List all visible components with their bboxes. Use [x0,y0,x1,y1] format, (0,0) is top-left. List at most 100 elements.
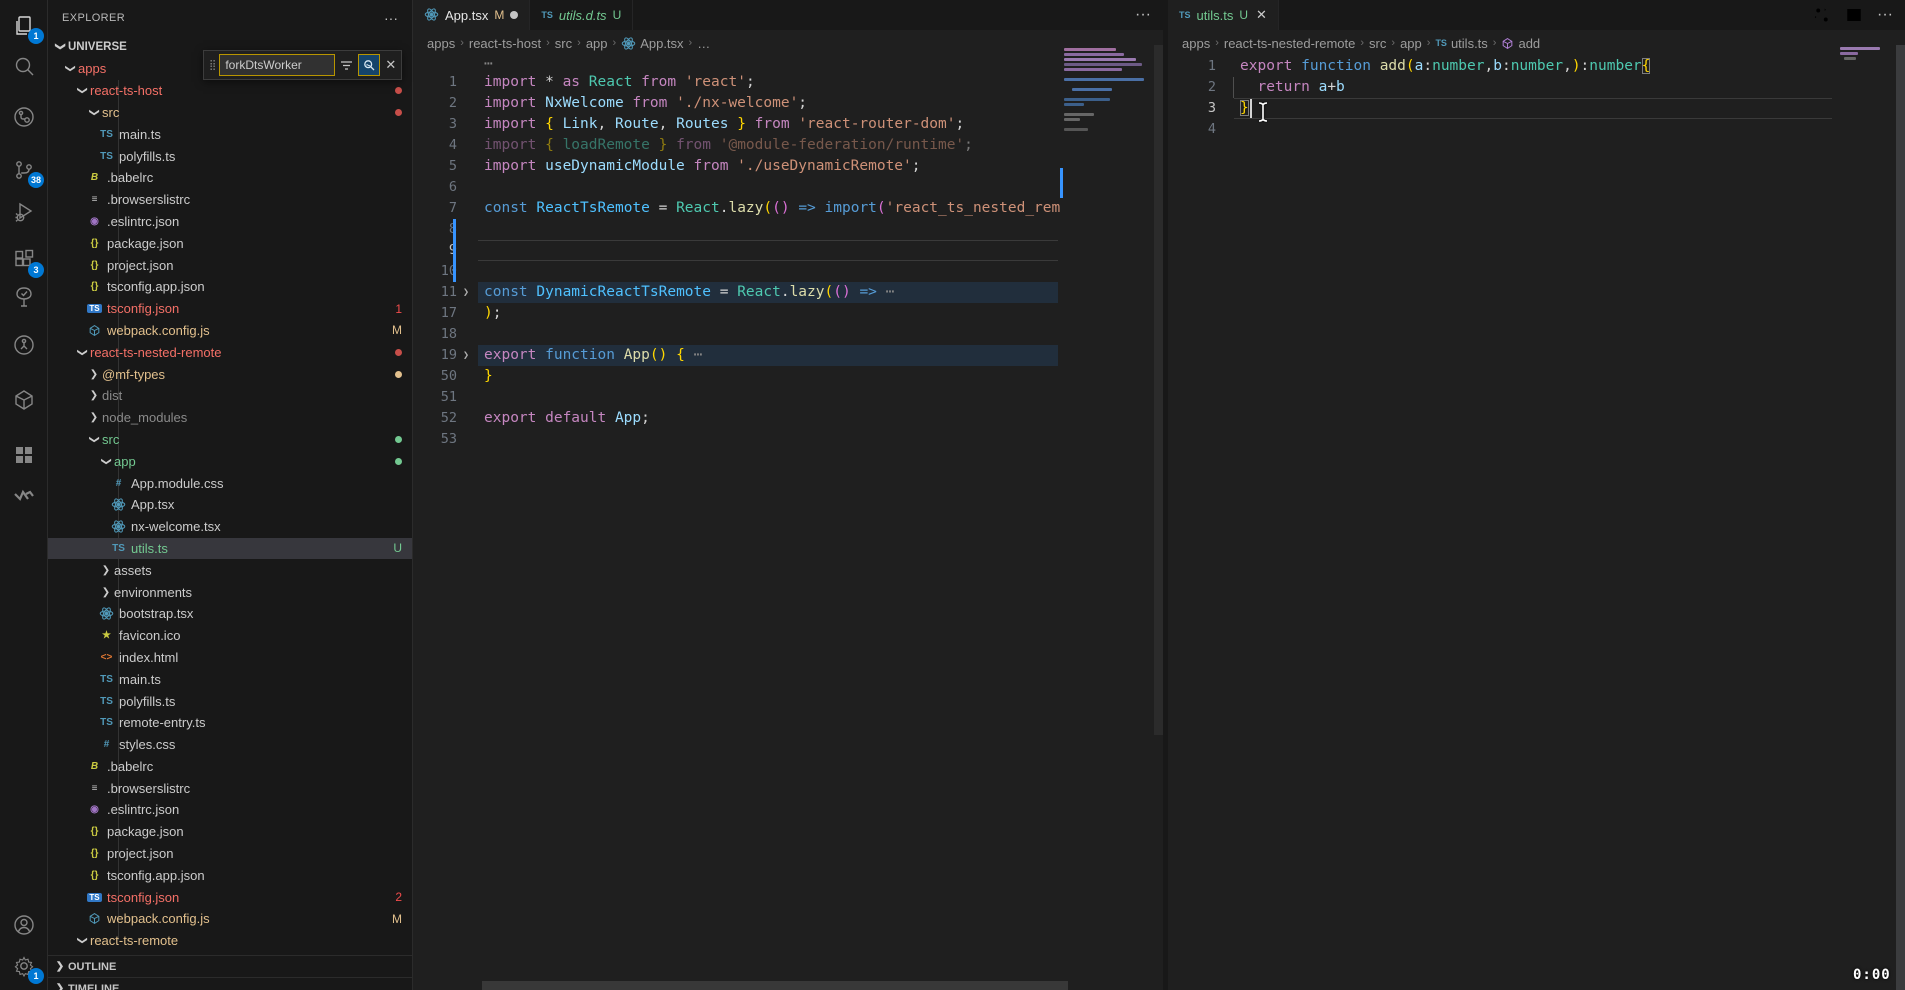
code-line-8[interactable]: 8 [413,219,1163,240]
tree-item-favicon-ico[interactable]: ★favicon.ico [48,625,412,647]
tree-item-tsconfig-app-json[interactable]: {}tsconfig.app.json [48,864,412,886]
code-line-1[interactable]: 1import * as React from 'react'; [413,72,1163,93]
tree-item-polyfills-ts[interactable]: TSpolyfills.ts [48,145,412,167]
tree-item-dist[interactable]: ❯dist [48,385,412,407]
breadcrumb-item[interactable]: App.tsx [621,36,683,51]
tree-item-webpack-config-js[interactable]: webpack.config.jsM [48,320,412,342]
code-line-2[interactable]: 2import NxWelcome from './nx-welcome'; [413,93,1163,114]
code-line-17[interactable]: 17); [413,303,1163,324]
breadcrumb-item[interactable]: src [1369,36,1386,51]
split-editor-icon[interactable] [1845,6,1863,24]
breadcrumb-item[interactable]: add [1501,36,1540,51]
tree-item-utils-ts[interactable]: TSutils.tsU [48,538,412,560]
breadcrumb-item[interactable]: src [555,36,572,51]
tree-item-react-ts-remote[interactable]: ❯react-ts-remote [48,930,412,952]
tab-utils-d-ts[interactable]: TSutils.d.tsU [530,0,633,30]
sidebar-more-actions-icon[interactable]: ··· [384,10,398,26]
tree-item-app-tsx[interactable]: App.tsx [48,494,412,516]
breadcrumb-item[interactable]: apps [427,36,455,51]
tree-item-webpack-config-js[interactable]: webpack.config.jsM [48,908,412,930]
activity-settings-icon[interactable]: 1 [0,946,48,986]
tree-item-src[interactable]: ❯src [48,102,412,124]
fold-chevron-icon[interactable]: ❯ [463,282,469,303]
code-line-2[interactable]: 2 return a+b [1168,77,1905,98]
tree-item-environments[interactable]: ❯environments [48,581,412,603]
activity-zigzag-icon[interactable] [0,476,48,516]
breadcrumb-item[interactable]: apps [1182,36,1210,51]
tree-item-main-ts[interactable]: TSmain.ts [48,668,412,690]
code-line-3[interactable]: 3} [1168,98,1905,119]
tree-item-tsconfig-app-json[interactable]: {}tsconfig.app.json [48,276,412,298]
tree-item-main-ts[interactable]: TSmain.ts [48,123,412,145]
breadcrumb-item[interactable]: … [697,36,710,51]
horizontal-scrollbar-left[interactable] [482,981,1068,990]
tree-item-src[interactable]: ❯src [48,429,412,451]
breadcrumb-item[interactable]: TSutils.ts [1435,36,1487,51]
tree-item-nx-welcome-tsx[interactable]: nx-welcome.tsx [48,516,412,538]
tree-item--browserslistrc[interactable]: ≡.browserslistrc [48,189,412,211]
breadcrumb-item[interactable]: react-ts-nested-remote [1224,36,1356,51]
code-line-19[interactable]: 19❯export function App() { ⋯ [413,345,1163,366]
code-line-18[interactable]: 18 [413,324,1163,345]
activity-remote-graph-icon[interactable] [0,97,48,137]
code-line-52[interactable]: 52export default App; [413,408,1163,429]
code-line-x[interactable]: ⋯ [413,56,1163,72]
code-line-7[interactable]: 7const ReactTsRemote = React.lazy(() => … [413,198,1163,219]
activity-source-control-icon[interactable]: 38 [0,150,48,190]
open-changes-icon[interactable] [1813,6,1831,24]
tree-item-polyfills-ts[interactable]: TSpolyfills.ts [48,690,412,712]
fold-chevron-icon[interactable]: ❯ [463,345,469,366]
code-line-10[interactable]: 10 [413,261,1163,282]
activity-test-tree-icon[interactable] [0,277,48,317]
tree-item--babelrc[interactable]: B.babelrc [48,167,412,189]
tree-item-package-json[interactable]: {}package.json [48,821,412,843]
timeline-section-header[interactable]: ❯ TIMELINE [48,977,412,990]
tree-item--eslintrc-json[interactable]: ◉.eslintrc.json [48,211,412,233]
code-line-3[interactable]: 3import { Link, Route, Routes } from 're… [413,114,1163,135]
tree-item-app-module-css[interactable]: #App.module.css [48,472,412,494]
find-input[interactable] [219,54,335,76]
tree-item--eslintrc-json[interactable]: ◉.eslintrc.json [48,799,412,821]
tab-app-tsx[interactable]: App.tsxM [413,0,530,30]
breadcrumb-item[interactable]: app [586,36,608,51]
tree-item-node-modules[interactable]: ❯node_modules [48,407,412,429]
code-line-6[interactable]: 6 [413,177,1163,198]
tree-item-package-json[interactable]: {}package.json [48,232,412,254]
activity-search-icon[interactable] [0,46,48,86]
tree-item-project-json[interactable]: {}project.json [48,254,412,276]
vertical-scrollbar-right[interactable] [1896,45,1905,990]
tree-item--babelrc[interactable]: B.babelrc [48,756,412,778]
activity-cube-logo-icon[interactable] [0,380,48,420]
dirty-dot-icon[interactable] [510,11,518,19]
breadcrumb-item[interactable]: app [1400,36,1422,51]
tree-item--mf-types[interactable]: ❯@mf-types [48,363,412,385]
tree-item-tsconfig-json[interactable]: TStsconfig.json2 [48,886,412,908]
code-line-4[interactable]: 4 [1168,119,1905,140]
tree-item-react-ts-host[interactable]: ❯react-ts-host [48,80,412,102]
activity-circle-graph-icon[interactable] [0,325,48,365]
code-line-5[interactable]: 5import useDynamicModule from './useDyna… [413,156,1163,177]
tree-item--browserslistrc[interactable]: ≡.browserslistrc [48,777,412,799]
activity-run-debug-icon[interactable] [0,192,48,232]
fuzzy-search-toggle[interactable] [358,54,380,76]
tree-item-app[interactable]: ❯app [48,450,412,472]
filter-icon[interactable] [340,59,353,72]
activity-extensions-icon[interactable]: 3 [0,240,48,280]
tree-item-tsconfig-json[interactable]: TStsconfig.json1 [48,298,412,320]
activity-accounts-icon[interactable] [0,905,48,945]
outline-section-header[interactable]: ❯ OUTLINE [48,955,412,977]
tree-item-bootstrap-tsx[interactable]: bootstrap.tsx [48,603,412,625]
close-tab-icon[interactable]: ✕ [1256,7,1267,23]
vertical-scrollbar-left[interactable] [1154,45,1163,735]
tree-item-index-html[interactable]: <>index.html [48,647,412,669]
code-line-1[interactable]: 1export function add(a:number,b:number,)… [1168,56,1905,77]
code-line-4[interactable]: 4import { loadRemote } from '@module-fed… [413,135,1163,156]
tree-item-project-json[interactable]: {}project.json [48,843,412,865]
tree-item-remote-entry-ts[interactable]: TSremote-entry.ts [48,712,412,734]
code-line-53[interactable]: 53 [413,429,1163,450]
code-line-51[interactable]: 51 [413,387,1163,408]
activity-explorer-icon[interactable]: 1 [0,6,48,46]
tree-item-styles-css[interactable]: #styles.css [48,734,412,756]
code-line-9[interactable]: 9 [413,240,1163,261]
more-actions-icon[interactable]: ··· [1135,6,1151,24]
